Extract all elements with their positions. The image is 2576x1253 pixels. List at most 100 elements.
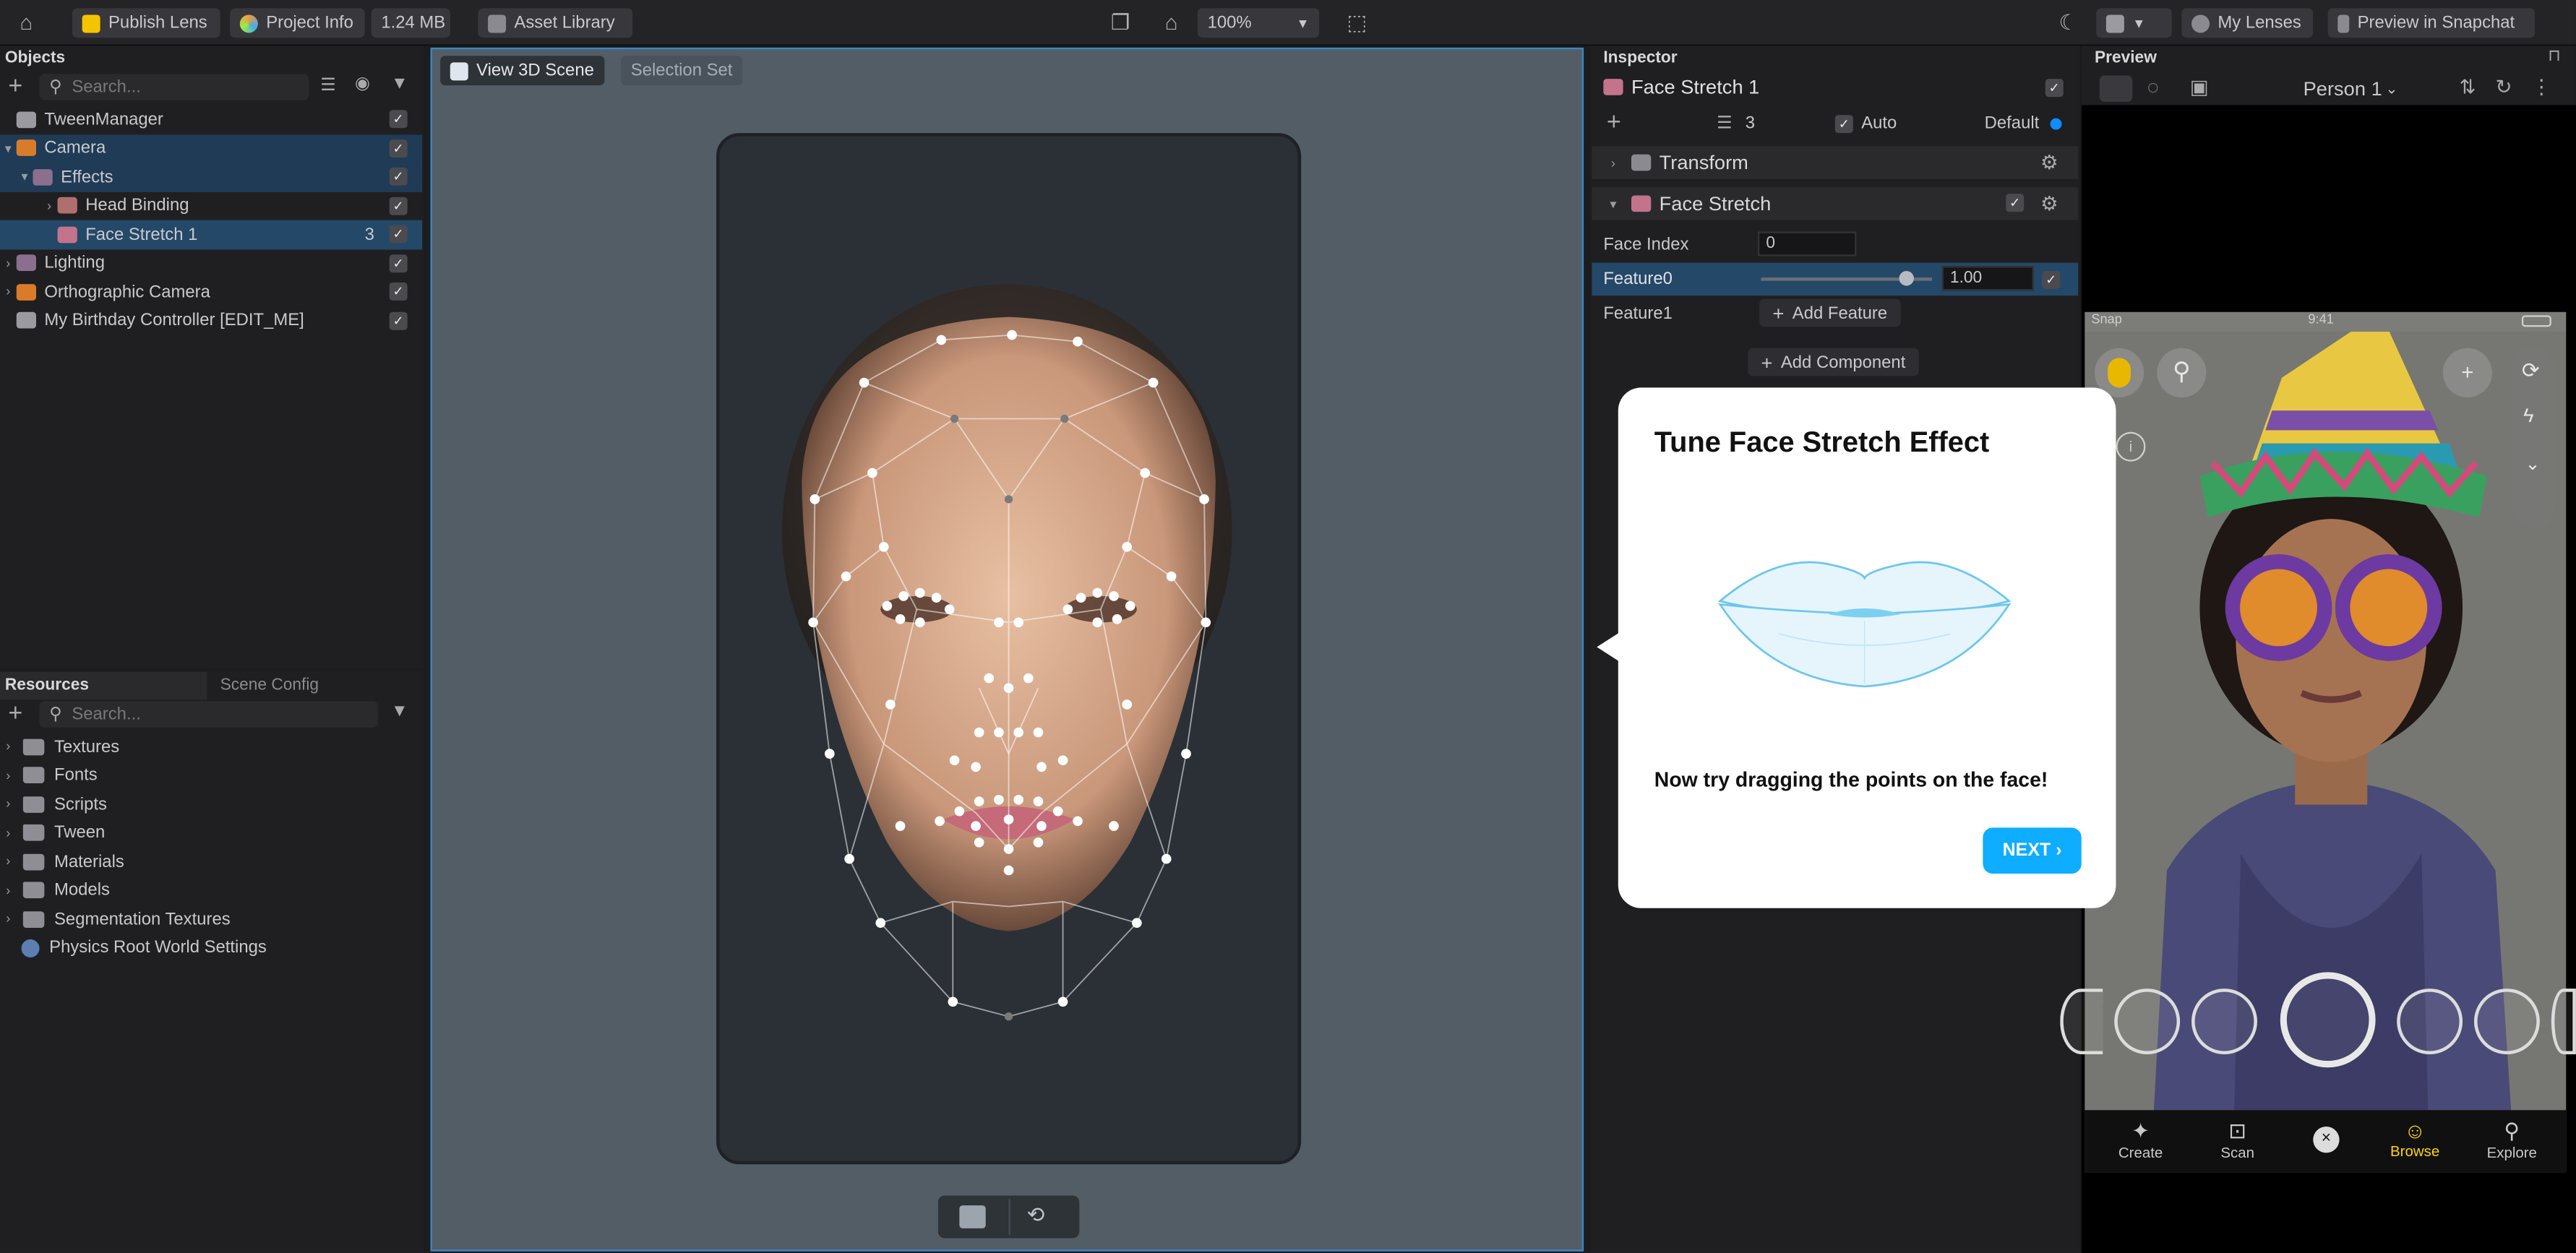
tab-view-3d-scene[interactable]: View 3D Scene bbox=[440, 56, 604, 86]
gear-icon[interactable]: ⚙ bbox=[2040, 151, 2058, 174]
preview-in-snapchat-button[interactable]: Preview in Snapchat bbox=[2327, 8, 2536, 38]
resource-folder-materials[interactable]: › Materials bbox=[0, 848, 422, 877]
chevron-right-icon[interactable]: › bbox=[0, 883, 17, 897]
resources-search-input[interactable]: ⚲ Search... bbox=[39, 701, 378, 728]
tab-selection-set[interactable]: Selection Set bbox=[621, 56, 743, 86]
tree-item-orthographic-camera[interactable]: › Orthographic Camera ✓ bbox=[0, 277, 422, 306]
feature0-value-input[interactable]: 1.00 bbox=[1941, 266, 2034, 291]
zoom-select[interactable]: 100% ▼ bbox=[1197, 8, 1320, 38]
add-object-icon[interactable]: + bbox=[8, 72, 22, 100]
add-friend-icon[interactable]: + bbox=[2442, 348, 2492, 397]
objects-search-input[interactable]: ⚲ Search... bbox=[39, 74, 309, 100]
flash-off-icon[interactable]: ϟ bbox=[2523, 404, 2533, 427]
pin-icon[interactable]: ⊓ bbox=[2548, 48, 2561, 66]
info-icon[interactable]: i bbox=[2116, 431, 2146, 462]
feature0-slider-thumb[interactable] bbox=[1899, 270, 1914, 286]
enabled-checkbox[interactable]: ✓ bbox=[389, 225, 408, 244]
publish-lens-button[interactable]: Publish Lens bbox=[72, 8, 220, 38]
project-info-button[interactable]: Project Info bbox=[230, 8, 365, 38]
lens-carousel-item[interactable] bbox=[2060, 989, 2103, 1055]
camera-video-icon[interactable]: ▣ bbox=[2190, 76, 2209, 99]
device-icon[interactable]: ❐ bbox=[1107, 10, 1133, 36]
resource-folder-tween[interactable]: › Tween bbox=[0, 819, 422, 848]
home-view-icon[interactable]: ⌂ bbox=[1158, 10, 1184, 36]
lens-carousel-item[interactable] bbox=[2473, 989, 2540, 1055]
filter-icon[interactable]: ▼ bbox=[391, 701, 408, 720]
swap-camera-icon[interactable]: ⇅ bbox=[2460, 76, 2476, 99]
layout-menu-button[interactable]: ▼ bbox=[2096, 8, 2172, 38]
visibility-eye-icon[interactable]: ◉ bbox=[355, 74, 370, 93]
cursor-select-icon[interactable]: ⬚ bbox=[1344, 10, 1370, 36]
chevron-right-icon[interactable]: › bbox=[0, 768, 17, 783]
chevron-right-icon[interactable]: › bbox=[0, 739, 17, 754]
face-index-input[interactable]: 0 bbox=[1758, 231, 1857, 257]
tree-item-lighting[interactable]: › Lighting ✓ bbox=[0, 249, 422, 277]
auto-checkbox[interactable]: ✓ Auto bbox=[1834, 113, 1897, 133]
tree-item-face-stretch-1[interactable]: Face Stretch 1 3 ✓ bbox=[0, 220, 423, 249]
enabled-checkbox[interactable]: ✓ bbox=[389, 254, 408, 272]
close-icon[interactable]: × bbox=[2313, 1127, 2340, 1153]
resource-folder-segmentation-textures[interactable]: › Segmentation Textures bbox=[0, 905, 422, 934]
list-view-icon[interactable]: ☰ bbox=[320, 76, 335, 95]
asset-library-button[interactable]: Asset Library bbox=[478, 8, 633, 38]
resource-folder-scripts[interactable]: › Scripts bbox=[0, 790, 422, 819]
object-enabled-checkbox[interactable]: ✓ bbox=[2045, 79, 2064, 98]
tree-item-effects[interactable]: ▾ Effects ✓ bbox=[0, 162, 423, 191]
dark-mode-icon[interactable]: ☾ bbox=[2055, 10, 2081, 36]
enabled-checkbox[interactable]: ✓ bbox=[389, 110, 408, 129]
layer-count[interactable]: ☰ 3 bbox=[1717, 113, 1755, 133]
chevron-right-icon[interactable]: › bbox=[0, 854, 17, 869]
add-resource-icon[interactable]: + bbox=[8, 699, 22, 728]
chevron-down-icon[interactable]: ▾ bbox=[17, 170, 33, 184]
chevron-right-icon[interactable]: › bbox=[0, 256, 17, 270]
chevron-right-icon[interactable]: › bbox=[0, 797, 17, 811]
face-mesh-svg[interactable] bbox=[720, 137, 1298, 1161]
home-icon[interactable]: ⌂ bbox=[13, 10, 39, 36]
timer-icon[interactable]: ◌ bbox=[2147, 76, 2159, 99]
bottom-tab-browse[interactable]: ☺ Browse bbox=[2374, 1119, 2456, 1160]
resource-folder-textures[interactable]: › Textures bbox=[0, 733, 422, 762]
lens-carousel-item[interactable] bbox=[2397, 989, 2463, 1055]
refresh-icon[interactable]: ↻ bbox=[2496, 76, 2512, 99]
gear-icon[interactable]: ⚙ bbox=[2040, 192, 2058, 215]
next-button[interactable]: NEXT › bbox=[1983, 827, 2082, 874]
flip-camera-icon[interactable]: ⟳ bbox=[2522, 358, 2540, 384]
chevron-right-icon[interactable]: › bbox=[0, 285, 17, 299]
render-order-default[interactable]: Default bbox=[1985, 113, 2063, 133]
transform-section-header[interactable]: › Transform ⚙ bbox=[1592, 146, 2079, 179]
search-icon[interactable]: ⚲ bbox=[2157, 348, 2207, 397]
resource-folder-models[interactable]: › Models bbox=[0, 876, 422, 905]
component-enabled-checkbox[interactable]: ✓ bbox=[2006, 194, 2025, 212]
feature0-checkbox[interactable]: ✓ bbox=[2042, 270, 2061, 289]
enabled-checkbox[interactable]: ✓ bbox=[389, 311, 408, 330]
lens-carousel-item[interactable] bbox=[2191, 989, 2257, 1055]
add-feature-button[interactable]: + Add Feature bbox=[1759, 298, 1901, 327]
enabled-checkbox[interactable]: ✓ bbox=[389, 139, 408, 158]
resource-folder-fonts[interactable]: › Fonts bbox=[0, 761, 422, 790]
resource-physics-root-world-settings[interactable]: Physics Root World Settings bbox=[0, 934, 422, 963]
lens-carousel-item[interactable] bbox=[2114, 989, 2181, 1055]
tab-scene-config[interactable]: Scene Config bbox=[220, 676, 319, 694]
face-stretch-section-header[interactable]: ▾ Face Stretch ✓ ⚙ bbox=[1592, 187, 2079, 220]
tab-resources[interactable]: Resources bbox=[0, 671, 207, 700]
chevron-right-icon[interactable]: › bbox=[0, 826, 17, 840]
add-component-button[interactable]: + Add Component bbox=[1748, 348, 1919, 376]
tree-item-camera[interactable]: ▾ Camera ✓ bbox=[0, 134, 423, 163]
enabled-checkbox[interactable]: ✓ bbox=[389, 282, 408, 301]
tree-item-head-binding[interactable]: › Head Binding ✓ bbox=[0, 191, 422, 220]
transform-gizmo-icon[interactable] bbox=[959, 1205, 986, 1228]
chevron-right-icon[interactable]: › bbox=[41, 198, 58, 212]
pivot-icon[interactable]: ⟲ bbox=[1027, 1202, 1045, 1228]
bottom-tab-scan[interactable]: ⊡ Scan bbox=[2197, 1119, 2279, 1161]
filter-icon[interactable]: ▼ bbox=[391, 74, 408, 93]
more-icon[interactable]: ⋮ bbox=[2532, 76, 2551, 99]
chevron-down-icon[interactable]: ⌄ bbox=[2525, 453, 2540, 475]
bottom-tab-explore[interactable]: ⚲ Explore bbox=[2470, 1119, 2553, 1161]
enabled-checkbox[interactable]: ✓ bbox=[389, 196, 408, 215]
person-select[interactable]: Person 1 ⌄ bbox=[2304, 77, 2398, 100]
lens-carousel-item[interactable] bbox=[2551, 989, 2576, 1055]
my-lenses-button[interactable]: My Lenses bbox=[2181, 8, 2314, 38]
capture-button[interactable] bbox=[2280, 972, 2376, 1068]
scene-view[interactable]: View 3D Scene Selection Set ⟲ bbox=[430, 47, 1584, 1252]
tree-item-birthday-controller[interactable]: My Birthday Controller [EDIT_ME] ✓ bbox=[0, 306, 422, 335]
